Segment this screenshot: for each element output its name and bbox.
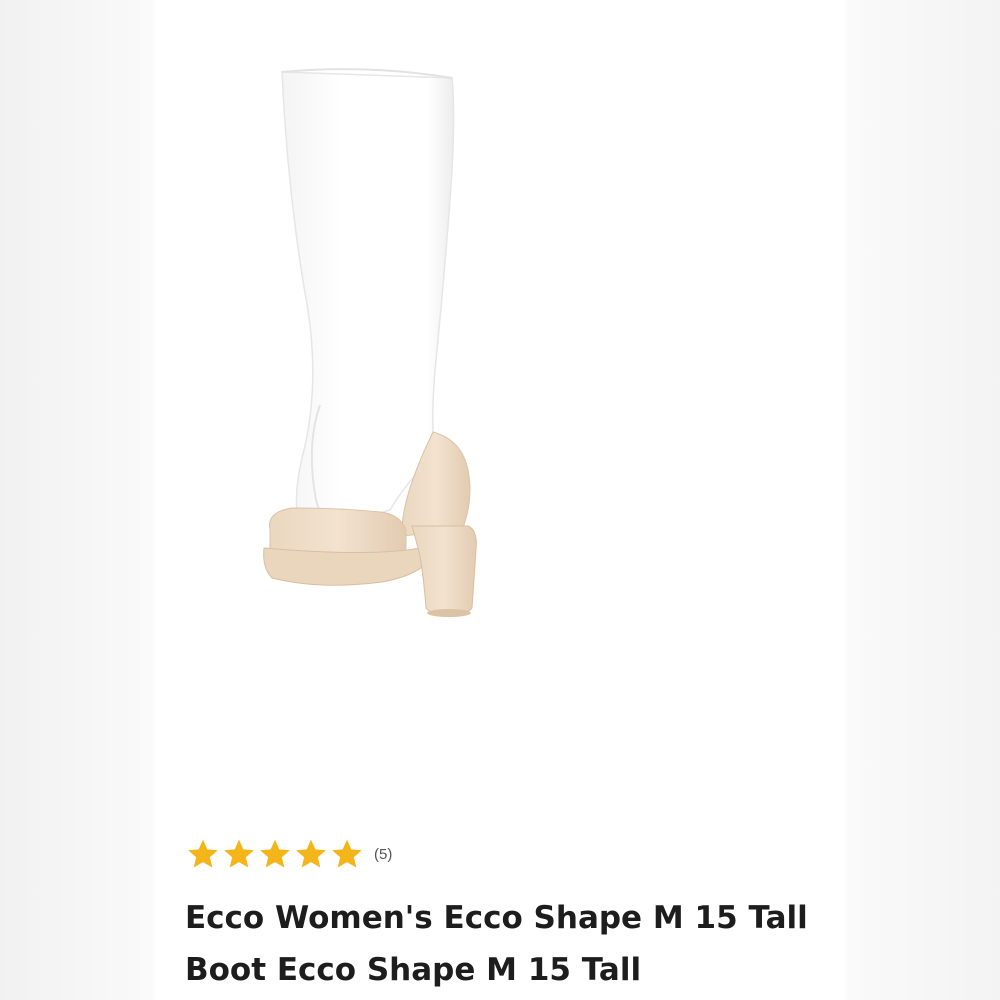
review-count[interactable]: (5): [374, 846, 392, 863]
product-title[interactable]: Ecco Women's Ecco Shape M 15 Tall Boot E…: [185, 892, 845, 996]
star-icon: [296, 839, 326, 868]
star-icon: [188, 839, 218, 868]
product-page: (5) Ecco Women's Ecco Shape M 15 Tall Bo…: [0, 0, 1000, 1000]
boot-heel: [411, 525, 477, 617]
star-icon: [332, 839, 362, 868]
rating[interactable]: (5): [186, 836, 392, 872]
star-icon: [260, 839, 290, 868]
boot-toe-cap: [268, 507, 407, 555]
boot-heel-bottom: [427, 609, 471, 617]
product-image[interactable]: [230, 60, 530, 620]
star-icon: [224, 839, 254, 868]
